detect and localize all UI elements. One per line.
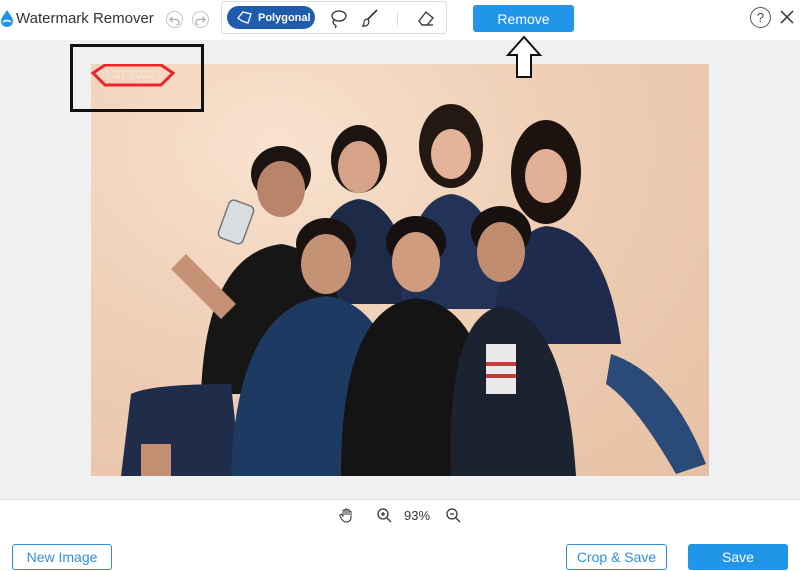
polygon-icon [237, 11, 252, 24]
eraser-icon[interactable] [416, 8, 436, 28]
up-arrow-icon [505, 35, 543, 78]
undo-button[interactable] [166, 11, 183, 28]
new-image-button[interactable]: New Image [12, 544, 112, 570]
remove-button[interactable]: Remove [473, 5, 574, 32]
image-canvas[interactable]: 07-27-2022 [0, 35, 800, 499]
droplet-logo-icon [1, 10, 13, 27]
watermark-remover-window: Watermark Remover Polygonal Remove ? 07-… [0, 0, 800, 571]
redo-button[interactable] [192, 11, 209, 28]
lasso-icon[interactable] [328, 8, 348, 28]
toolbar-divider [397, 12, 398, 26]
zoom-in-icon[interactable] [376, 507, 392, 523]
redo-icon [195, 16, 206, 25]
polygonal-label: Polygonal [258, 11, 311, 24]
undo-icon [169, 16, 180, 25]
hand-icon[interactable] [339, 507, 355, 523]
help-button[interactable]: ? [750, 7, 771, 28]
footer-bar: New Image Crop & Save Save [0, 530, 800, 571]
close-icon[interactable] [778, 8, 796, 26]
zoom-bar: 93% [0, 499, 800, 530]
zoom-level: 93% [404, 508, 431, 523]
crop-save-button[interactable]: Crop & Save [566, 544, 667, 570]
photo-illustration [121, 104, 706, 476]
app-title: Watermark Remover [16, 10, 154, 27]
zoom-out-icon[interactable] [445, 507, 461, 523]
polygonal-tool-button[interactable]: Polygonal [227, 6, 315, 29]
save-button[interactable]: Save [688, 544, 788, 570]
brush-icon[interactable] [360, 8, 380, 28]
group-selfie-photo: 07-27-2022 [91, 64, 709, 476]
header-toolbar: Watermark Remover Polygonal Remove ? [0, 0, 800, 40]
selection-tools: Polygonal [221, 1, 447, 34]
annotation-box [70, 44, 204, 112]
